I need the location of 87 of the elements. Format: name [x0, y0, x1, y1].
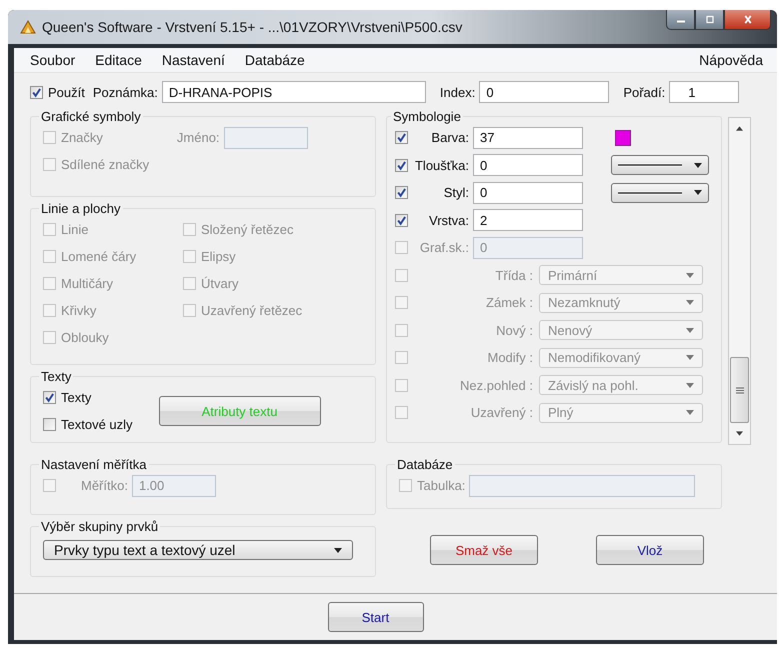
dropdown-arrow-icon — [686, 355, 694, 360]
input-field[interactable]: 2 — [473, 209, 583, 232]
checkbox-label: Elipsy — [201, 249, 236, 264]
maximize-icon — [704, 15, 716, 24]
dropdown-arrow-icon — [686, 300, 694, 306]
field-label: Barva: — [430, 130, 469, 146]
checkbox[interactable] — [43, 479, 56, 492]
scroll-down-icon[interactable] — [736, 431, 743, 436]
action-button[interactable]: Vlož — [596, 535, 704, 565]
group-title: Nastavení měřítka — [40, 457, 148, 472]
checkbox-label: Značky — [61, 130, 103, 145]
field-label: Nový : — [495, 322, 533, 338]
dropdown-arrow-icon — [686, 328, 694, 333]
menu-item[interactable]: Databáze — [244, 52, 305, 68]
scroll-up-icon[interactable] — [736, 126, 743, 131]
scrollbar[interactable] — [728, 117, 751, 445]
field-label: Modify : — [486, 350, 533, 366]
checkbox[interactable] — [395, 214, 408, 227]
checkbox-label: Oblouky — [61, 330, 109, 345]
field-label: Vrstva: — [428, 212, 469, 228]
maximize-button[interactable] — [695, 10, 724, 30]
start-button[interactable]: Start — [328, 602, 424, 632]
dropdown[interactable]: Prvky typu text a textový uzel — [43, 540, 353, 560]
color-swatch[interactable] — [615, 130, 631, 146]
line-sample-icon — [618, 190, 682, 195]
field-label: Uzavřený : — [470, 405, 533, 420]
field-label: Graf.sk.: — [418, 240, 469, 256]
checkbox-label: Texty — [61, 390, 92, 405]
close-button[interactable] — [724, 10, 771, 30]
line-style-dropdown[interactable] — [611, 182, 709, 203]
checkbox[interactable] — [395, 158, 408, 172]
input-field[interactable]: D-HRANA-POPIS — [162, 81, 426, 103]
checkbox-label: Sdílené značky — [61, 157, 150, 172]
menu-item[interactable]: Nastavení — [162, 52, 225, 68]
checkbox[interactable] — [30, 86, 43, 98]
field-label: Nez.pohled : — [459, 378, 533, 393]
checkbox-label: Křivky — [61, 303, 96, 318]
checkbox[interactable] — [395, 186, 408, 200]
app-icon — [20, 19, 36, 35]
field-label: Třída : — [494, 268, 533, 283]
checkbox[interactable] — [43, 418, 56, 431]
field-label: Měřítko: — [81, 478, 128, 493]
line-sample-icon — [618, 163, 682, 168]
field-label: Index: — [440, 84, 476, 100]
scrollbar-thumb[interactable] — [730, 357, 749, 423]
input-field[interactable]: 0 — [473, 182, 583, 204]
dropdown-arrow-icon — [686, 382, 694, 388]
minimize-button[interactable] — [666, 10, 695, 30]
group-title: Linie a plochy — [40, 201, 122, 216]
field-label: Pořadí: — [623, 84, 666, 100]
field-label: Tloušťka: — [414, 158, 469, 173]
input-field[interactable]: 1 — [669, 81, 740, 103]
window-title: Queen's Software - Vrstvení 5.15+ - ...\01VZORY\Vrstveni\P500.csv — [42, 19, 462, 35]
group-title: Symbologie — [392, 109, 462, 124]
checkbox[interactable] — [399, 479, 412, 492]
input-field[interactable]: 0 — [473, 154, 583, 176]
checkbox[interactable] — [43, 391, 56, 404]
group-title: Databáze — [396, 457, 454, 472]
dropdown-arrow-icon — [334, 548, 342, 552]
dropdown-arrow-icon — [686, 272, 694, 278]
checkbox-label: Multičáry — [61, 276, 114, 291]
field-label: Styl: — [442, 185, 469, 200]
checkbox-label: Linie — [61, 222, 88, 237]
line-style-dropdown[interactable] — [611, 155, 709, 176]
checkbox-label: Útvary — [201, 276, 239, 291]
checkbox-label: Uzavřený řetězec — [201, 303, 302, 318]
checkbox-label: Použít — [48, 84, 85, 100]
menu-item[interactable]: Editace — [95, 52, 142, 68]
field-label: Tabulka: — [417, 478, 466, 493]
menu-item[interactable]: Soubor — [30, 52, 76, 68]
checkbox-label: Textové uzly — [61, 417, 133, 432]
dropdown-arrow-icon — [686, 410, 694, 416]
group-title: Výběr skupiny prvků — [40, 519, 160, 534]
field-label: Zámek : — [485, 295, 533, 310]
field-label: Poznámka: — [92, 84, 158, 100]
dropdown-arrow-icon — [694, 162, 702, 168]
action-button[interactable]: Smaž vše — [430, 535, 538, 565]
menu-item[interactable]: Nápověda — [699, 52, 763, 68]
checkbox-label: Složený řetězec — [201, 222, 294, 237]
field-label: Jméno: — [176, 130, 220, 145]
dropdown-arrow-icon — [694, 190, 702, 196]
input-field[interactable]: 37 — [473, 126, 583, 149]
group-title: Texty — [40, 369, 72, 384]
input-field[interactable]: 0 — [479, 81, 610, 103]
checkbox[interactable] — [395, 131, 408, 144]
group-title: Grafické symboly — [40, 109, 142, 124]
checkbox-label: Lomené čáry — [61, 249, 136, 264]
